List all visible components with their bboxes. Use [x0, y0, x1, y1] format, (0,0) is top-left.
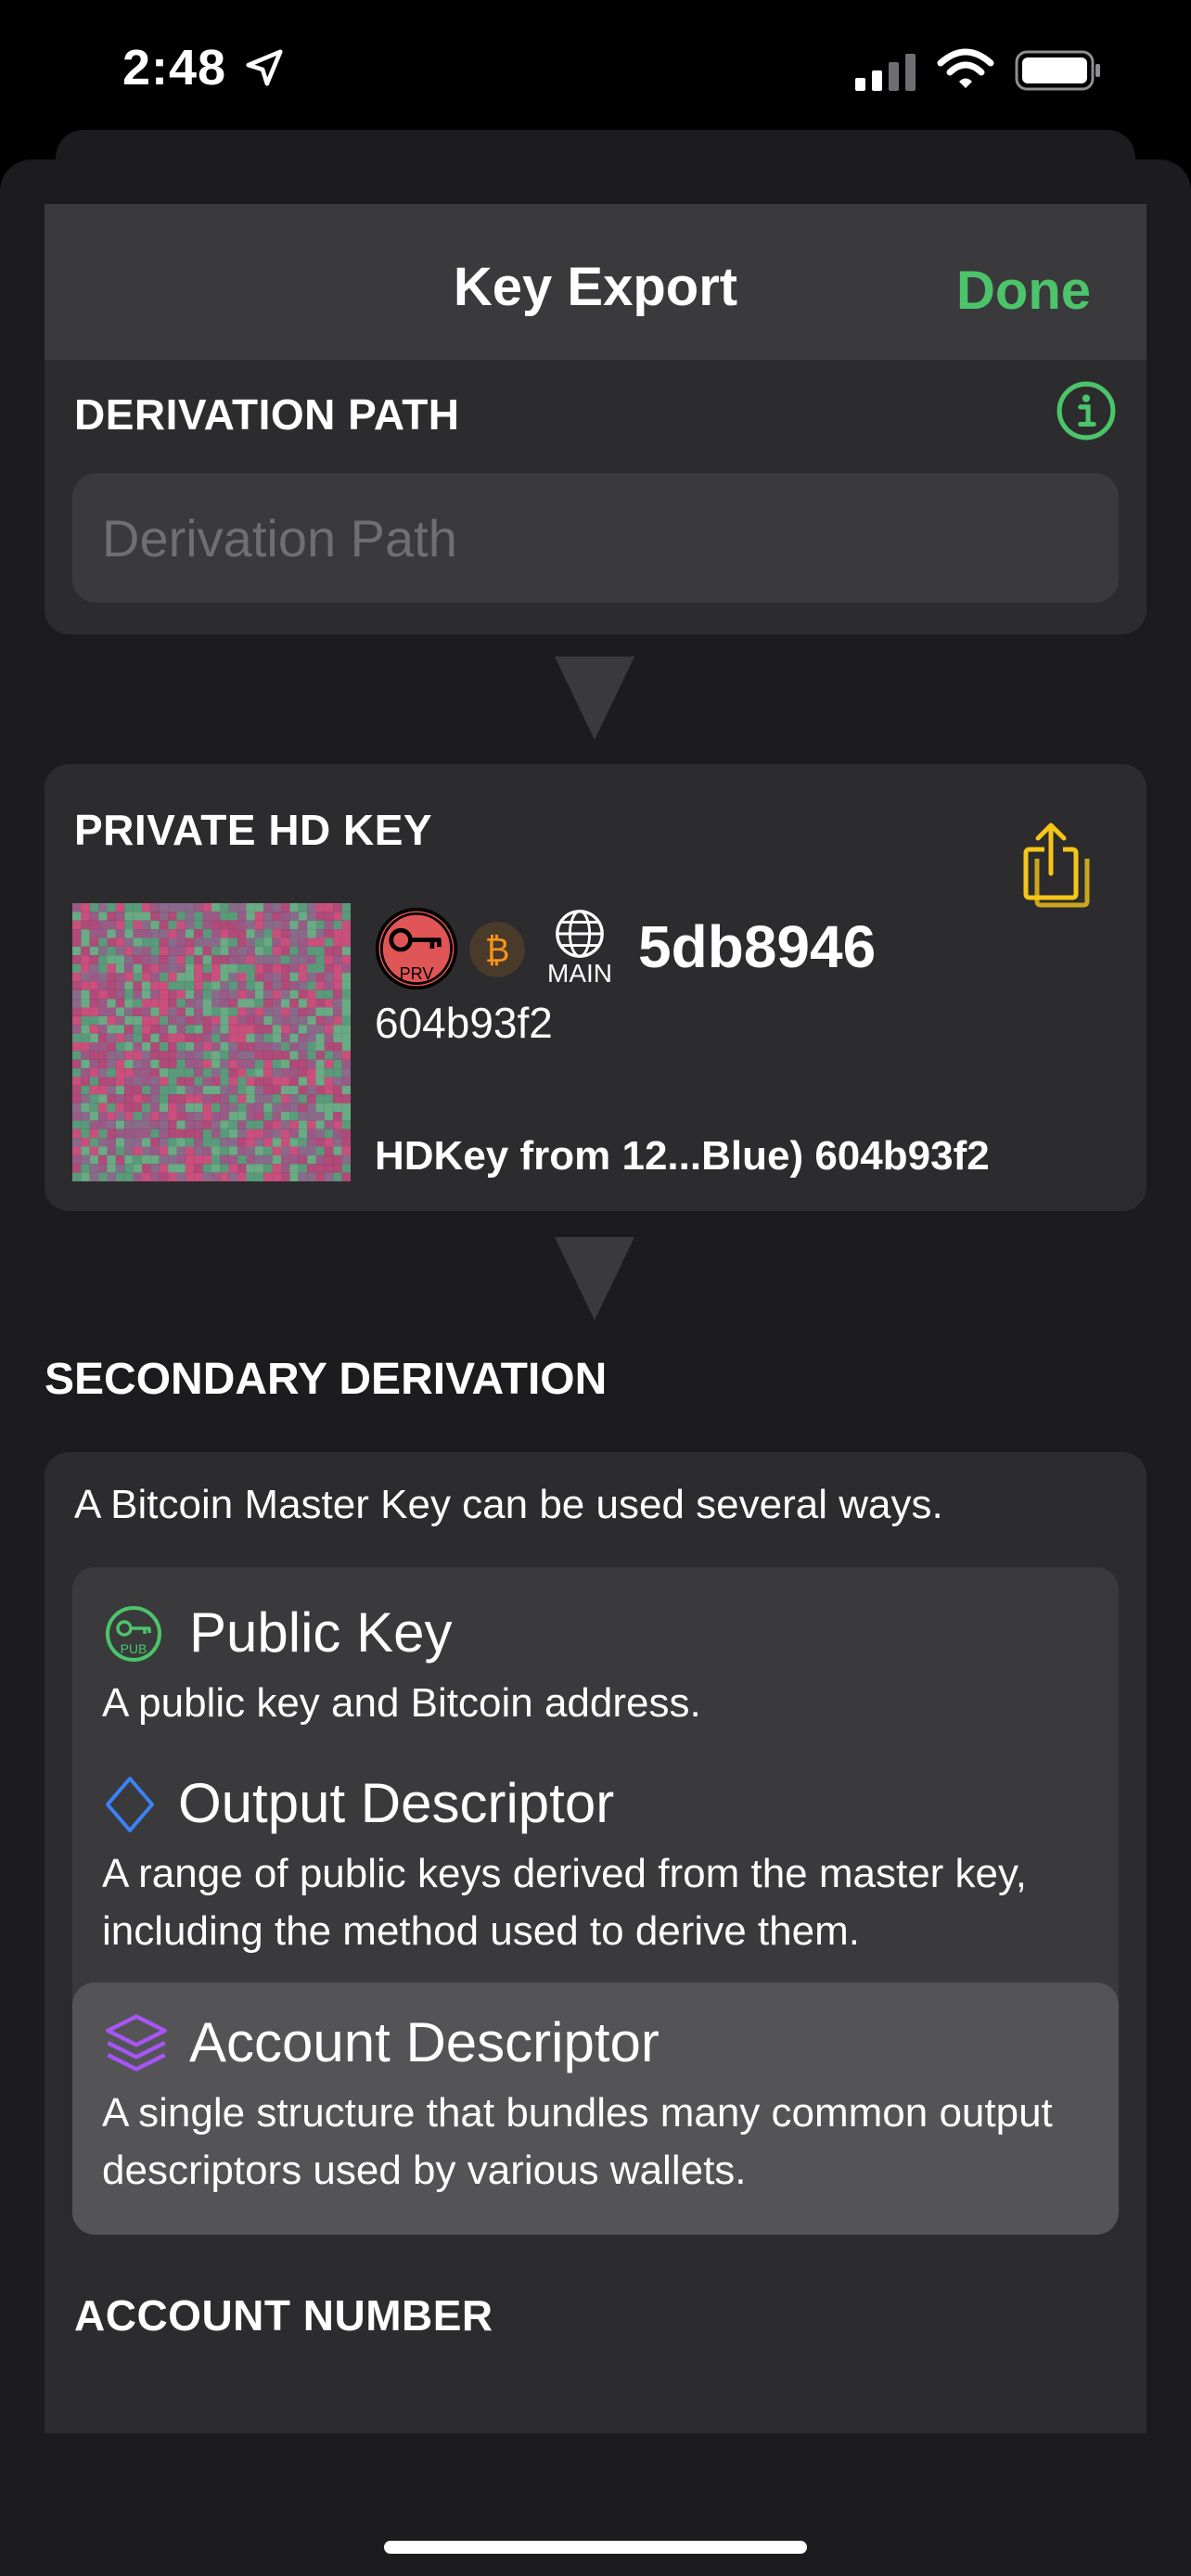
option-output-descriptor[interactable]: Output Descriptor A range of public keys…	[72, 1743, 1119, 1983]
option-description: A range of public keys derived from the …	[102, 1851, 1027, 1954]
key-name: HDKey from 12...Blue) 604b93f2	[375, 1133, 990, 1179]
derivation-options-list: PUB Public Key A public key and Bitcoin …	[72, 1567, 1119, 2235]
key-export-sheet: Key Export Done DERIVATION PATH PRIVATE …	[0, 159, 1191, 2576]
lifehash-identicon	[72, 903, 351, 1181]
option-account-descriptor[interactable]: Account Descriptor A single structure th…	[72, 1983, 1119, 2235]
network-badge: MAIN	[547, 959, 612, 988]
status-time: 2:48	[122, 40, 227, 96]
status-bar: 2:48	[0, 0, 1191, 139]
account-number-label: ACCOUNT NUMBER	[74, 2291, 493, 2340]
layers-icon	[106, 2014, 167, 2072]
public-key-badge: PUB	[120, 1641, 147, 1656]
bottom-safe-area	[0, 2433, 1191, 2576]
derivation-path-input[interactable]	[72, 473, 1119, 603]
derivation-path-label: DERIVATION PATH	[74, 390, 460, 439]
share-icon[interactable]	[1017, 820, 1091, 909]
done-button[interactable]: Done	[956, 260, 1091, 322]
key-fingerprint: 604b93f2	[375, 999, 553, 1047]
globe-icon	[556, 910, 604, 958]
option-public-key[interactable]: PUB Public Key A public key and Bitcoin …	[72, 1567, 1119, 1743]
bitcoin-icon: ₿	[469, 922, 525, 977]
down-arrow-icon	[555, 657, 634, 740]
private-hd-key-section: PRIVATE HD KEY PRV ₿ MAIN 5db8946 604b93…	[45, 764, 1146, 1211]
diamond-icon	[106, 1777, 154, 1832]
wifi-icon	[937, 48, 994, 88]
home-indicator[interactable]	[384, 2541, 807, 2554]
secondary-derivation-section: A Bitcoin Master Key can be used several…	[45, 1452, 1146, 2576]
option-description: A public key and Bitcoin address.	[102, 1680, 701, 1726]
private-hd-key-label: PRIVATE HD KEY	[74, 806, 433, 854]
option-description: A single structure that bundles many com…	[102, 2090, 1053, 2193]
option-title: Public Key	[189, 1601, 453, 1664]
info-icon[interactable]	[1056, 380, 1117, 441]
navigation-bar: Key Export Done	[45, 204, 1146, 362]
option-title: Account Descriptor	[189, 2011, 660, 2073]
down-arrow-icon	[555, 1237, 634, 1320]
option-title: Output Descriptor	[178, 1772, 615, 1834]
svg-text:₿: ₿	[485, 930, 510, 970]
location-arrow-icon	[246, 49, 283, 86]
battery-icon	[1015, 50, 1100, 91]
key-type-badge: PRV	[399, 964, 434, 983]
secondary-derivation-header: SECONDARY DERIVATION	[45, 1355, 608, 1404]
derivation-path-section: DERIVATION PATH	[45, 360, 1146, 634]
secondary-intro-text: A Bitcoin Master Key can be used several…	[74, 1482, 943, 1527]
key-identifier: 5db8946	[638, 913, 877, 980]
cellular-signal-icon	[855, 54, 916, 91]
